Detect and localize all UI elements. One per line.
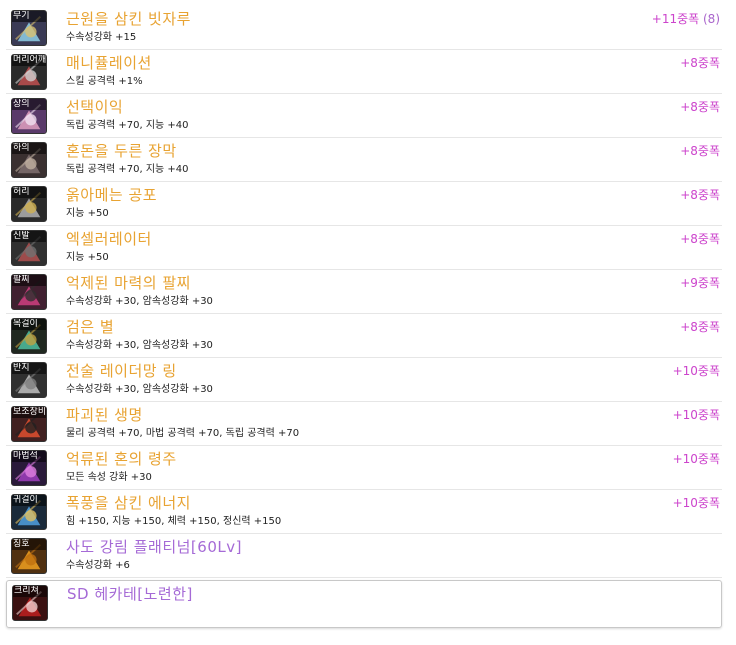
equipment-row[interactable]: 칭호 사도 강림 플래티넘[60Lv] 수속성강화 +6: [6, 534, 722, 578]
item-option: 수속성강화 +30, 암속성강화 +30: [66, 340, 213, 351]
item-option: 수속성강화 +30, 암속성강화 +30: [66, 296, 213, 307]
slot-label: 상의: [12, 99, 46, 110]
item-name[interactable]: 폭풍을 삼킨 에너지: [66, 493, 191, 513]
item-option: 수속성강화 +30, 암속성강화 +30: [66, 384, 213, 395]
equipment-row[interactable]: 팔찌 억제된 마력의 팔찌수속성강화 +30, 암속성강화 +30 +9중폭: [6, 270, 722, 314]
amplification-value: +10중폭: [672, 452, 720, 466]
belt-icon[interactable]: 허리: [11, 186, 47, 222]
slot-label: 머리어깨: [12, 55, 46, 66]
item-option: 지능 +50: [66, 252, 109, 263]
equipment-row[interactable]: 머리어깨 매니퓰레이션스킬 공격력 +1% +8중폭: [6, 50, 722, 94]
amplification-value: +10중폭: [672, 364, 720, 378]
slot-label: 무기: [12, 11, 46, 22]
item-name[interactable]: 검은 별: [66, 317, 114, 337]
equipment-row[interactable]: 허리 옭아메는 공포지능 +50 +8중폭: [6, 182, 722, 226]
item-name[interactable]: 파괴된 생명: [66, 405, 143, 425]
amplification-value: +8중폭: [680, 320, 720, 334]
amplification-value: +8중폭: [680, 144, 720, 158]
top-armor-icon[interactable]: 상의: [11, 98, 47, 134]
slot-label: 신발: [12, 231, 46, 242]
necklace-icon[interactable]: 목걸이: [11, 318, 47, 354]
slot-label: 크리쳐: [13, 586, 47, 597]
equipment-row[interactable]: 귀걸이 폭풍을 삼킨 에너지힘 +150, 지능 +150, 체력 +150, 정…: [6, 490, 722, 534]
equipment-row[interactable]: 보조장비 파괴된 생명물리 공격력 +70, 마법 공격력 +70, 독립 공격력…: [6, 402, 722, 446]
amplification-value: +8중폭: [680, 56, 720, 70]
amplification-badge: +8중폭: [680, 54, 720, 71]
amplification-value: +10중폭: [672, 496, 720, 510]
amplification-value: +8중폭: [680, 232, 720, 246]
item-name[interactable]: 전술 레이더망 링: [66, 361, 177, 381]
slot-label: 팔찌: [12, 275, 46, 286]
item-name[interactable]: 엑셀러레이터: [66, 229, 152, 249]
bottom-armor-icon[interactable]: 하의: [11, 142, 47, 178]
shoulder-armor-icon[interactable]: 머리어깨: [11, 54, 47, 90]
bracelet-icon[interactable]: 팔찌: [11, 274, 47, 310]
item-name[interactable]: 매니퓰레이션: [66, 53, 152, 73]
amplification-value: +8중폭: [680, 188, 720, 202]
equipment-row[interactable]: 목걸이 검은 별수속성강화 +30, 암속성강화 +30 +8중폭: [6, 314, 722, 358]
slot-label: 마법석: [12, 451, 46, 462]
amplification-badge: +8중폭: [680, 318, 720, 335]
magic-stone-icon[interactable]: 마법석: [11, 450, 47, 486]
item-name[interactable]: 선택이익: [66, 97, 123, 117]
item-name[interactable]: 사도 강림 플래티넘[60Lv]: [66, 537, 242, 557]
item-option: 수속성강화 +6: [66, 560, 130, 571]
item-option: 지능 +50: [66, 208, 109, 219]
equipment-row[interactable]: 크리쳐 SD 헤카테[노련한]: [6, 580, 722, 628]
equipment-row[interactable]: 하의 혼돈을 두른 장막독립 공격력 +70, 지능 +40 +8중폭: [6, 138, 722, 182]
amplification-extra: (8): [703, 12, 720, 26]
item-option: 모든 속성 강화 +30: [66, 472, 152, 483]
slot-label: 하의: [12, 143, 46, 154]
amplification-badge: +8중폭: [680, 142, 720, 159]
earring-icon[interactable]: 귀걸이: [11, 494, 47, 530]
sub-equipment-icon[interactable]: 보조장비: [11, 406, 47, 442]
slot-label: 허리: [12, 187, 46, 198]
amplification-value: +10중폭: [672, 408, 720, 422]
amplification-badge: +8중폭: [680, 186, 720, 203]
amplification-badge: +10중폭: [673, 494, 720, 511]
item-name[interactable]: 옭아메는 공포: [66, 185, 157, 205]
item-option: 스킬 공격력 +1%: [66, 76, 143, 87]
title-emblem-icon[interactable]: 칭호: [11, 538, 47, 574]
item-name[interactable]: 혼돈을 두른 장막: [66, 141, 177, 161]
amplification-value: +8중폭: [680, 100, 720, 114]
slot-label: 귀걸이: [12, 495, 46, 506]
weapon-broom-icon[interactable]: 무기: [11, 10, 47, 46]
item-name[interactable]: 억류된 혼의 령주: [66, 449, 177, 469]
amplification-value: +9중폭: [680, 276, 720, 290]
item-name[interactable]: SD 헤카테[노련한]: [67, 584, 193, 604]
item-option: 독립 공격력 +70, 지능 +40: [66, 120, 189, 131]
creature-icon[interactable]: 크리쳐: [12, 585, 48, 621]
equipment-row[interactable]: 신발 엑셀러레이터지능 +50 +8중폭: [6, 226, 722, 270]
amplification-badge: +9중폭: [680, 274, 720, 291]
amplification-value: +11중폭: [651, 12, 700, 26]
item-name[interactable]: 근원을 삼킨 빗자루: [66, 9, 191, 29]
item-option: 독립 공격력 +70, 지능 +40: [66, 164, 189, 175]
shoes-icon[interactable]: 신발: [11, 230, 47, 266]
item-option: 수속성강화 +15: [66, 32, 137, 43]
equipment-list: 무기 근원을 삼킨 빗자루수속성강화 +15 +11중폭 (8) 머리어깨 매니퓰레이션…: [6, 6, 722, 628]
equipment-row[interactable]: 반지 전술 레이더망 링수속성강화 +30, 암속성강화 +30 +10중폭: [6, 358, 722, 402]
item-option: 물리 공격력 +70, 마법 공격력 +70, 독립 공격력 +70: [66, 428, 300, 439]
slot-label: 반지: [12, 363, 46, 374]
amplification-badge: +10중폭: [673, 406, 720, 423]
slot-label: 보조장비: [12, 407, 46, 418]
equipment-row[interactable]: 상의 선택이익독립 공격력 +70, 지능 +40 +8중폭: [6, 94, 722, 138]
amplification-badge: +8중폭: [680, 230, 720, 247]
ring-icon[interactable]: 반지: [11, 362, 47, 398]
equipment-row[interactable]: 마법석 억류된 혼의 령주모든 속성 강화 +30 +10중폭: [6, 446, 722, 490]
amplification-badge: +10중폭: [673, 450, 720, 467]
equipment-row[interactable]: 무기 근원을 삼킨 빗자루수속성강화 +15 +11중폭 (8): [6, 6, 722, 50]
amplification-badge: +11중폭 (8): [652, 10, 720, 27]
slot-label: 칭호: [12, 539, 46, 550]
item-name[interactable]: 억제된 마력의 팔찌: [66, 273, 191, 293]
item-option: 힘 +150, 지능 +150, 체력 +150, 정신력 +150: [66, 516, 282, 527]
amplification-badge: +8중폭: [680, 98, 720, 115]
slot-label: 목걸이: [12, 319, 46, 330]
amplification-badge: +10중폭: [673, 362, 720, 379]
